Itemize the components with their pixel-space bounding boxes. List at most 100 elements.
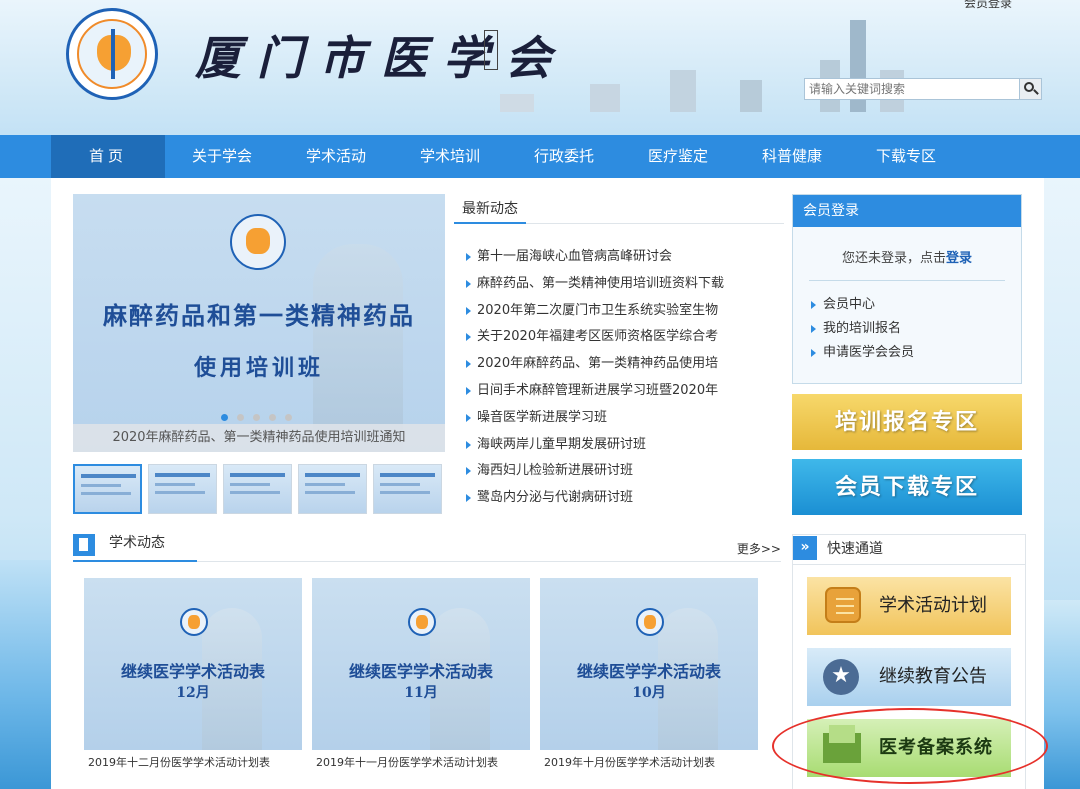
news-item[interactable]: 2020年麻醉药品、第一类精神药品使用培 xyxy=(463,351,793,378)
news-item[interactable]: 2020年第二次厦门市卫生系统实验室生物 xyxy=(463,298,793,325)
member-link[interactable]: 申请医学会会员 xyxy=(809,341,1021,365)
member-download-banner[interactable]: 会员下载专区 xyxy=(792,459,1022,515)
background-sea-left xyxy=(0,560,52,789)
slider-thumbnail[interactable] xyxy=(373,464,442,514)
news-item-text: 海峡两岸儿童早期发展研讨班 xyxy=(477,436,647,452)
news-item-text: 关于2020年福建考区医师资格医学综合考 xyxy=(477,329,719,345)
star-icon: ★ xyxy=(823,659,859,695)
arrow-icon xyxy=(466,279,471,288)
slider-dot[interactable] xyxy=(269,414,276,421)
slider-thumbnail[interactable] xyxy=(298,464,367,514)
news-item[interactable]: 鹭岛内分泌与代谢病研讨班 xyxy=(463,485,793,512)
card-logo xyxy=(408,608,436,636)
logo-staff-icon xyxy=(111,29,115,79)
main-nav: 首页 关于学会 学术活动 学术培训 行政委托 医疗鉴定 科普健康 下载专区 xyxy=(0,135,1080,178)
login-link[interactable]: 登录 xyxy=(946,251,972,266)
news-item[interactable]: 麻醉药品、第一类精神使用培训班资料下载 xyxy=(463,271,793,298)
news-item[interactable]: 第十一届海峡心血管病高峰研讨会 xyxy=(463,244,793,271)
nav-item-health-education[interactable]: 科普健康 xyxy=(735,135,849,178)
login-prompt-text: 您还未登录，点击 xyxy=(841,251,946,266)
academic-cards: 继续医学学术活动表 12月 2019年十二月份医学学术活动计划表 继续医学学术活动表 1… xyxy=(84,578,758,776)
academic-plan-button[interactable]: 学术活动计划 xyxy=(807,577,1011,635)
slider-dot[interactable] xyxy=(221,414,228,421)
latest-news-title: 最新动态 xyxy=(454,194,526,224)
slider-caption[interactable]: 2020年麻醉药品、第一类精神药品使用培训班通知 xyxy=(73,424,445,452)
divider xyxy=(809,280,1005,281)
member-link[interactable]: 会员中心 xyxy=(809,293,1021,317)
card-caption: 2019年十月份医学学术活动计划表 xyxy=(544,756,715,769)
news-item-text: 噪音医学新进展学习班 xyxy=(477,409,608,425)
academic-card[interactable]: 继续医学学术活动表 11月 2019年十一月份医学学术活动计划表 xyxy=(312,578,530,776)
highlight-circle xyxy=(772,708,1048,784)
nav-item-administrative[interactable]: 行政委托 xyxy=(507,135,621,178)
nav-item-academic-activities[interactable]: 学术活动 xyxy=(279,135,393,178)
news-item[interactable]: 海峡两岸儿童早期发展研讨班 xyxy=(463,432,793,459)
news-item-text: 鹭岛内分泌与代谢病研讨班 xyxy=(477,490,634,506)
card-caption: 2019年十二月份医学学术活动计划表 xyxy=(88,756,270,769)
card-image: 继续医学学术活动表 12月 xyxy=(84,578,302,750)
arrow-icon xyxy=(466,386,471,395)
news-item-text: 麻醉药品、第一类精神使用培训班资料下载 xyxy=(477,275,725,291)
continuing-education-label: 继续教育公告 xyxy=(879,666,987,687)
academic-section-title: 学术动态 xyxy=(109,535,165,551)
search-button[interactable] xyxy=(1019,79,1041,99)
card-caption: 2019年十一月份医学学术活动计划表 xyxy=(316,756,498,769)
card-month: 10月 xyxy=(632,685,666,701)
slider-dot[interactable] xyxy=(285,414,292,421)
document-icon xyxy=(73,534,95,556)
search-icon-handle xyxy=(1033,89,1039,95)
more-link[interactable]: 更多>> xyxy=(737,540,781,557)
quick-channel-header: » 快速通道 xyxy=(793,535,1025,565)
slide-headline: 麻醉药品和第一类精神药品 xyxy=(103,301,415,330)
news-item-text: 海西妇儿检验新进展研讨班 xyxy=(477,463,634,479)
slide-logo xyxy=(230,214,286,270)
news-item[interactable]: 海西妇儿检验新进展研讨班 xyxy=(463,458,793,485)
news-item[interactable]: 日间手术麻醉管理新进展学习班暨2020年 xyxy=(463,378,793,405)
card-title: 继续医学学术活动表 xyxy=(576,662,721,681)
slider-thumbnail[interactable] xyxy=(223,464,292,514)
latest-news-list: 第十一届海峡心血管病高峰研讨会麻醉药品、第一类精神使用培训班资料下载 2020年第… xyxy=(463,244,793,512)
continuing-education-button[interactable]: ★ 继续教育公告 xyxy=(807,648,1011,706)
slider-dot[interactable] xyxy=(237,414,244,421)
double-chevron-icon: » xyxy=(793,536,817,560)
nav-item-about[interactable]: 关于学会 xyxy=(165,135,279,178)
nav-item-downloads[interactable]: 下载专区 xyxy=(849,135,963,178)
nav-item-medical-appraisal[interactable]: 医疗鉴定 xyxy=(621,135,735,178)
card-title: 继续医学学术活动表 xyxy=(120,662,265,681)
search-input[interactable] xyxy=(805,79,1019,99)
arrow-icon xyxy=(811,325,816,333)
member-link-text: 我的培训报名 xyxy=(823,321,902,336)
member-login-box: 会员登录 您还未登录，点击登录 会员中心 我的培训报名 申请医学会会员 xyxy=(792,194,1022,384)
arrow-icon xyxy=(466,333,471,342)
arrow-icon xyxy=(466,494,471,503)
arrow-icon xyxy=(466,467,471,476)
news-item[interactable]: 关于2020年福建考区医师资格医学综合考 xyxy=(463,324,793,351)
news-item[interactable]: 噪音医学新进展学习班 xyxy=(463,405,793,432)
card-logo xyxy=(180,608,208,636)
association-logo[interactable] xyxy=(66,8,158,100)
image-slider[interactable]: 麻醉药品和第一类精神药品 使用培训班 xyxy=(73,194,445,452)
card-logo xyxy=(636,608,664,636)
slider-thumbnail[interactable] xyxy=(148,464,217,514)
academic-card[interactable]: 继续医学学术活动表 10月 2019年十月份医学学术活动计划表 xyxy=(540,578,758,776)
news-item-text: 2020年麻醉药品、第一类精神药品使用培 xyxy=(477,356,719,372)
card-image: 继续医学学术活动表 10月 xyxy=(540,578,758,750)
nav-item-academic-training[interactable]: 学术培训 xyxy=(393,135,507,178)
arrow-icon xyxy=(811,349,816,357)
slide-subheadline: 使用培训班 xyxy=(193,355,324,381)
news-item-text: 第十一届海峡心血管病高峰研讨会 xyxy=(477,249,673,264)
slide-background-rock xyxy=(313,244,403,452)
card-title: 继续医学学术活动表 xyxy=(348,662,493,681)
arrow-icon xyxy=(466,440,471,449)
nav-item-home[interactable]: 首页 xyxy=(51,135,165,178)
seal-stamp xyxy=(484,30,498,70)
academic-card[interactable]: 继续医学学术活动表 12月 2019年十二月份医学学术活动计划表 xyxy=(84,578,302,776)
search-box xyxy=(804,78,1042,100)
top-login-link[interactable]: 会员登录 xyxy=(964,0,1012,11)
slider-thumbnail[interactable] xyxy=(73,464,142,514)
member-link[interactable]: 我的培训报名 xyxy=(809,317,1021,341)
training-registration-banner[interactable]: 培训报名专区 xyxy=(792,394,1022,450)
quick-channel-title: 快速通道 xyxy=(827,541,883,557)
login-prompt: 您还未登录，点击登录 xyxy=(793,247,1021,266)
slider-dot[interactable] xyxy=(253,414,260,421)
